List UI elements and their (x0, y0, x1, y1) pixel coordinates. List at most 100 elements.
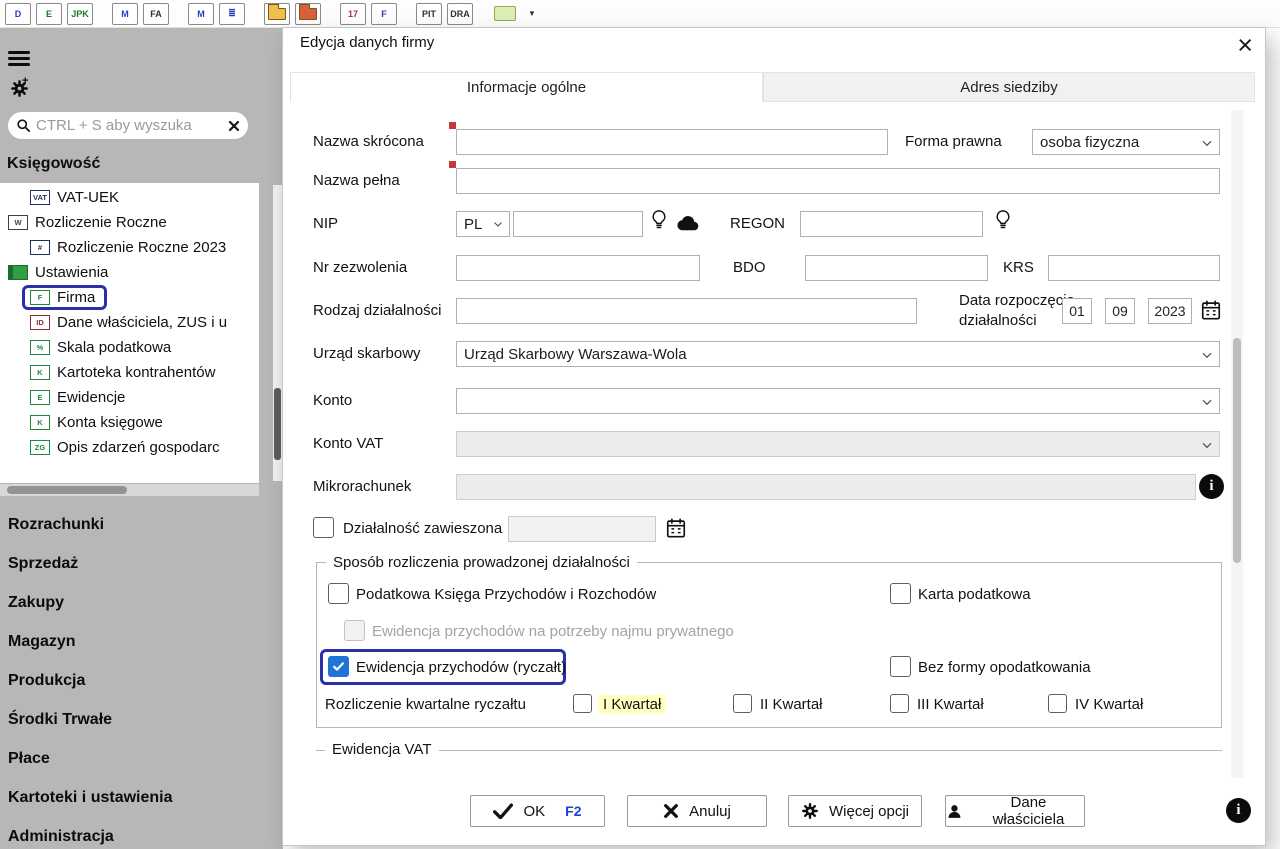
dialog-info-icon[interactable]: i (1226, 798, 1251, 823)
toolbar-doc-17-button[interactable]: 17 (340, 3, 366, 25)
forma-prawna-select[interactable]: osoba fizyczna (1032, 129, 1220, 155)
sidebar-section-ksiegowosc[interactable]: Księgowość (7, 155, 100, 173)
toolbar-doc-d-button[interactable]: D (5, 3, 31, 25)
cancel-button[interactable]: Anuluj (627, 795, 767, 827)
nr-zezwolenia-input[interactable] (456, 255, 700, 281)
tree-item-ustawienia[interactable]: Ustawienia (0, 260, 259, 285)
owner-data-button[interactable]: Dane właściciela (945, 795, 1085, 827)
tree-item-rozliczenie-roczne[interactable]: WRozliczenie Roczne (0, 210, 259, 235)
search-icon (16, 118, 31, 133)
nip-country-value: PL (464, 216, 482, 233)
clear-search-icon[interactable] (228, 120, 240, 132)
field-label-nr-zezwolenia: Nr zezwolenia (313, 259, 407, 276)
tax-scale-icon: % (30, 340, 50, 355)
nazwa-skrocona-input[interactable] (456, 129, 888, 155)
tree-item-vat-uek[interactable]: VATVAT-UEK (0, 185, 259, 210)
regon-input[interactable] (800, 211, 983, 237)
cloud-fetch-icon[interactable] (675, 214, 701, 232)
nazwa-pelna-input[interactable] (456, 168, 1220, 194)
field-label-nazwa-skrocona: Nazwa skrócona (313, 133, 424, 150)
tree-item-rozliczenie-roczne-2023[interactable]: #Rozliczenie Roczne 2023 (0, 235, 259, 260)
list-icon: ≣ (228, 8, 236, 19)
toolbar-list-button[interactable]: ≣ (219, 3, 245, 25)
kwartal-1-checkbox[interactable] (573, 694, 592, 713)
toolbar-jpk-button[interactable]: JPK (67, 3, 93, 25)
tree-hscrollbar-thumb[interactable] (7, 486, 127, 494)
kwartalne-label: Rozliczenie kwartalne ryczałtu (325, 696, 526, 713)
sidebar-item-magazyn[interactable]: Magazyn (0, 622, 283, 661)
ok-button-label: OK (523, 803, 545, 820)
start-month-input[interactable] (1105, 298, 1135, 324)
settings-gear-icon[interactable]: + (6, 78, 32, 102)
nip-lookup-bulb-icon[interactable] (649, 208, 669, 232)
tree-item-kartoteka-kontrahentow[interactable]: KKartoteka kontrahentów (0, 360, 259, 385)
konto-select[interactable] (456, 388, 1220, 414)
sidebar-item-produkcja[interactable]: Produkcja (0, 661, 283, 700)
chevron-down-icon (492, 218, 504, 230)
ryczalt-checkbox[interactable] (328, 656, 349, 677)
toolbar-folder-red-button[interactable] (295, 3, 321, 25)
sidebar-item-place[interactable]: Płace (0, 739, 283, 778)
start-day-input[interactable] (1062, 298, 1092, 324)
sidebar-item-sprzedaz[interactable]: Sprzedaż (0, 544, 283, 583)
sidebar-item-rozrachunki[interactable]: Rozrachunki (0, 505, 283, 544)
kwartal-2-label: II Kwartał (760, 696, 823, 713)
krs-input[interactable] (1048, 255, 1220, 281)
karta-podatkowa-checkbox[interactable] (890, 583, 911, 604)
kwartal-3-checkbox[interactable] (890, 694, 909, 713)
bez-formy-label: Bez formy opodatkowania (918, 659, 1091, 676)
tree-scrollbar-thumb[interactable] (274, 388, 281, 460)
tree-item-skala-podatkowa[interactable]: %Skala podatkowa (0, 335, 259, 360)
person-icon (946, 803, 963, 820)
tree-item-opis-zdarzen[interactable]: ZGOpis zdarzeń gospodarc (0, 435, 259, 460)
tree-item-label: Konta księgowe (57, 414, 163, 431)
start-year-input[interactable] (1148, 298, 1192, 324)
ryczalt-label: Ewidencja przychodów (ryczałt) (356, 659, 566, 676)
tab-adres-siedziby[interactable]: Adres siedziby (763, 72, 1255, 102)
rozliczenie-roczne-icon: W (8, 215, 28, 230)
toolbar-more-dropdown[interactable]: ▼ (523, 3, 541, 25)
more-options-button[interactable]: Więcej opcji (788, 795, 922, 827)
toolbar-doc-e-button[interactable]: E (36, 3, 62, 25)
zawieszona-date-input (508, 516, 656, 542)
toolbar-pit-button[interactable]: PIT (416, 3, 442, 25)
toolbar-doc-f-button[interactable]: F (371, 3, 397, 25)
toolbar-folder-button[interactable] (264, 3, 290, 25)
mikrorachunek-info-icon[interactable]: i (1199, 474, 1224, 499)
tree-item-ewidencje[interactable]: EEwidencje (0, 385, 259, 410)
dialog-scrollbar-thumb[interactable] (1233, 338, 1241, 563)
nip-input[interactable] (513, 211, 643, 237)
bez-formy-checkbox[interactable] (890, 656, 911, 677)
toolbar-m1-button[interactable]: M (112, 3, 138, 25)
sidebar-item-srodki-trwale[interactable]: Środki Trwałe (0, 700, 283, 739)
urzad-skarbowy-select[interactable]: Urząd Skarbowy Warszawa-Wola (456, 341, 1220, 367)
toolbar-m2-button[interactable]: M (188, 3, 214, 25)
dzialalnosc-zawieszona-checkbox[interactable] (313, 517, 334, 538)
sidebar-item-administracja[interactable]: Administracja (0, 817, 283, 849)
check-icon (493, 803, 513, 819)
rodzaj-dzialalnosci-input[interactable] (456, 298, 917, 324)
pkpir-checkbox[interactable] (328, 583, 349, 604)
calendar-icon[interactable] (1200, 299, 1222, 321)
tab-informacje-ogolne[interactable]: Informacje ogólne (290, 72, 763, 102)
toolbar-dra-button[interactable]: DRA (447, 3, 473, 25)
nip-country-select[interactable]: PL (456, 211, 510, 237)
toolbar-fa-button[interactable]: FA (143, 3, 169, 25)
tree-item-konta-ksiegowe[interactable]: KKonta księgowe (0, 410, 259, 435)
search-input[interactable] (36, 117, 223, 134)
sidebar-item-kartoteki[interactable]: Kartoteki i ustawienia (0, 778, 283, 817)
calendar-icon[interactable] (665, 517, 687, 539)
cancel-button-label: Anuluj (689, 803, 731, 820)
bdo-input[interactable] (805, 255, 988, 281)
kwartal-4-checkbox[interactable] (1048, 694, 1067, 713)
hamburger-menu-icon[interactable] (8, 48, 32, 68)
toolbar-note-button[interactable] (492, 3, 518, 25)
close-icon[interactable]: × (1237, 28, 1253, 62)
sidebar-item-zakupy[interactable]: Zakupy (0, 583, 283, 622)
regon-lookup-bulb-icon[interactable] (993, 208, 1013, 232)
sidebar: + Księgowość VATVAT-UEK WRozliczenie Roc… (0, 28, 283, 849)
tree-item-dane-wlasciciela[interactable]: IDDane właściciela, ZUS i u (0, 310, 259, 335)
kwartal-2-checkbox[interactable] (733, 694, 752, 713)
tree-item-firma[interactable]: FFirma (0, 285, 259, 310)
ok-button[interactable]: OK F2 (470, 795, 605, 827)
